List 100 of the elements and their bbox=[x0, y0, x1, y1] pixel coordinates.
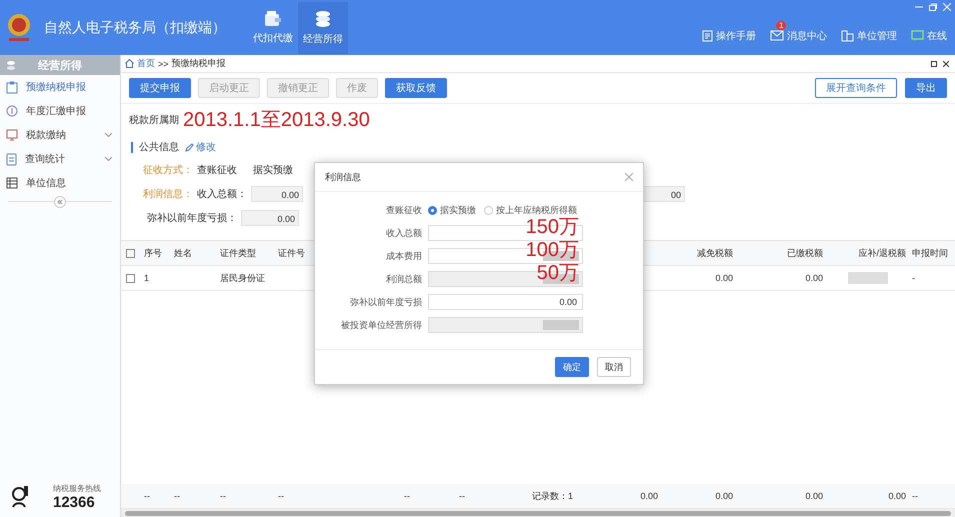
table-icon bbox=[6, 177, 18, 189]
sidebar-item[interactable]: 查询统计 bbox=[0, 147, 120, 171]
toolbar-button[interactable]: 导出 bbox=[905, 78, 947, 98]
input-field[interactable]: 0.00 bbox=[428, 294, 583, 310]
table-cell-text: 0.00 bbox=[804, 273, 824, 283]
field-label: 弥补以前年度亏损： bbox=[147, 212, 237, 225]
field-label: 被投资单位经营所得 bbox=[340, 318, 422, 332]
close-icon[interactable] bbox=[943, 60, 949, 66]
table-cell-text: 0.00 bbox=[804, 491, 824, 501]
period-label: 税款所属期 bbox=[129, 114, 179, 127]
count-badge: 1 bbox=[776, 20, 786, 30]
scrollbar-thumb[interactable] bbox=[125, 510, 951, 516]
column-header: 应补/退税额 bbox=[857, 246, 907, 260]
header-link[interactable]: 消息中心 bbox=[770, 28, 827, 42]
table-cell-text: -- bbox=[403, 491, 411, 501]
header-link[interactable]: 在线 bbox=[911, 28, 947, 42]
table-cell-text: 0.00 bbox=[639, 491, 659, 501]
annotation-text: 2013.1.1至2013.9.30 bbox=[183, 110, 370, 130]
home-icon bbox=[125, 59, 134, 68]
dialog-button[interactable]: 取消 bbox=[597, 357, 631, 377]
table-cell-text: - bbox=[911, 273, 916, 283]
wallet-icon bbox=[264, 10, 282, 26]
table-cell-text: 0.00 bbox=[714, 491, 734, 501]
checkbox[interactable] bbox=[126, 248, 135, 258]
table-cell-text: -- bbox=[458, 491, 466, 501]
table-cell-text: -- bbox=[143, 491, 151, 501]
maximize-icon[interactable] bbox=[931, 60, 937, 66]
table-cell-text: 0.00 bbox=[887, 491, 907, 501]
dialog-title: 利润信息 bbox=[325, 170, 361, 184]
toolbar-button[interactable]: 提交申报 bbox=[129, 78, 191, 98]
annotation-text: 100万 bbox=[526, 240, 579, 260]
module-tab[interactable]: 经营所得 bbox=[298, 2, 348, 54]
input-field[interactable]: 0.00 bbox=[241, 210, 299, 226]
breadcrumb-current: 预缴纳税申报 bbox=[172, 57, 226, 70]
breadcrumb-separator: >> bbox=[158, 58, 169, 68]
table-cell-text: -- bbox=[173, 491, 181, 501]
chat-icon bbox=[911, 30, 924, 42]
emblem-logo bbox=[6, 12, 32, 42]
header-link[interactable]: 操作手册 bbox=[702, 28, 756, 42]
coin-icon bbox=[6, 105, 18, 117]
toolbar-button[interactable]: 展开查询条件 bbox=[815, 78, 897, 98]
module-tab[interactable]: 代扣代缴 bbox=[248, 2, 298, 52]
column-header: 已缴税额 bbox=[786, 246, 824, 260]
pencil-icon bbox=[185, 142, 194, 152]
field-label: 征收方式： bbox=[143, 164, 193, 177]
table-cell-text: 1 bbox=[143, 273, 150, 283]
app-title: 自然人电子税务局（扣缴端） bbox=[44, 18, 226, 36]
checkbox[interactable] bbox=[126, 274, 135, 282]
sidebar-item[interactable]: 单位信息 bbox=[0, 171, 120, 195]
chevron-icon bbox=[105, 133, 112, 137]
field-label: 利润信息： bbox=[143, 188, 193, 201]
column-header: 姓名 bbox=[173, 246, 193, 260]
coins-icon bbox=[6, 60, 16, 70]
mail-icon bbox=[770, 30, 784, 41]
input-field[interactable]: 0.00 bbox=[251, 186, 303, 202]
breadcrumb-link[interactable]: 首页 bbox=[137, 57, 155, 70]
field-label: 收入总额 bbox=[385, 226, 422, 240]
sidebar-item[interactable]: 年度汇缴申报 bbox=[0, 99, 120, 123]
annotation-text: 50万 bbox=[536, 263, 579, 283]
table-cell-text: -- bbox=[277, 491, 285, 501]
collapse-icon[interactable] bbox=[54, 196, 66, 208]
monitor-icon bbox=[6, 129, 18, 141]
toolbar-button[interactable]: 获取反馈 bbox=[385, 78, 447, 98]
table-cell-text: 居民身份证 bbox=[219, 272, 266, 284]
chevron-icon bbox=[105, 157, 112, 161]
table-cell-text: 0.00 bbox=[714, 273, 734, 283]
document-icon bbox=[702, 30, 713, 42]
column-header: 序号 bbox=[143, 246, 163, 260]
field-label: 弥补以前年度亏损 bbox=[349, 296, 422, 308]
table-cell-text: -- bbox=[219, 491, 227, 501]
hotline-label: 纳税服务热线 bbox=[53, 483, 102, 494]
field-value: 据实预缴 bbox=[253, 164, 293, 177]
field-label: 成本费用 bbox=[385, 250, 422, 262]
header-link[interactable]: 单位管理 bbox=[841, 28, 897, 42]
document-icon bbox=[6, 152, 17, 166]
table-cell-text: 记录数：1 bbox=[530, 490, 574, 502]
edit-link[interactable]: 修改 bbox=[185, 140, 216, 154]
field-value: 查账征收 bbox=[197, 164, 237, 177]
sidebar-item[interactable]: 税款缴纳 bbox=[0, 123, 120, 147]
clipboard-icon bbox=[6, 80, 18, 94]
table-cell-text: -- bbox=[911, 491, 919, 501]
radio-option[interactable]: 据实预缴 bbox=[428, 204, 476, 216]
column-header: 证件号 bbox=[277, 246, 306, 260]
coins-icon bbox=[314, 10, 332, 28]
building-icon bbox=[841, 30, 854, 42]
field-label: 查账征收 bbox=[385, 204, 422, 216]
column-header: 减免税额 bbox=[696, 246, 734, 260]
radio-option[interactable]: 按上年应纳税所得额 bbox=[484, 204, 577, 216]
field-label: 收入总额： bbox=[197, 188, 247, 201]
column-header: 申报时间 bbox=[911, 246, 949, 260]
headset-icon bbox=[10, 485, 30, 509]
hotline-number: 12366 bbox=[53, 494, 96, 511]
section-title: 公共信息 bbox=[139, 140, 179, 154]
annotation-text: 150万 bbox=[526, 217, 579, 237]
restore-icon[interactable] bbox=[929, 3, 937, 11]
field-label: 利润总额 bbox=[385, 272, 422, 286]
sidebar-title: 经营所得 bbox=[38, 58, 82, 72]
dialog-button[interactable]: 确定 bbox=[555, 357, 589, 377]
column-header: 证件类型 bbox=[219, 246, 257, 260]
sidebar-item[interactable]: 预缴纳税申报 bbox=[0, 75, 120, 99]
